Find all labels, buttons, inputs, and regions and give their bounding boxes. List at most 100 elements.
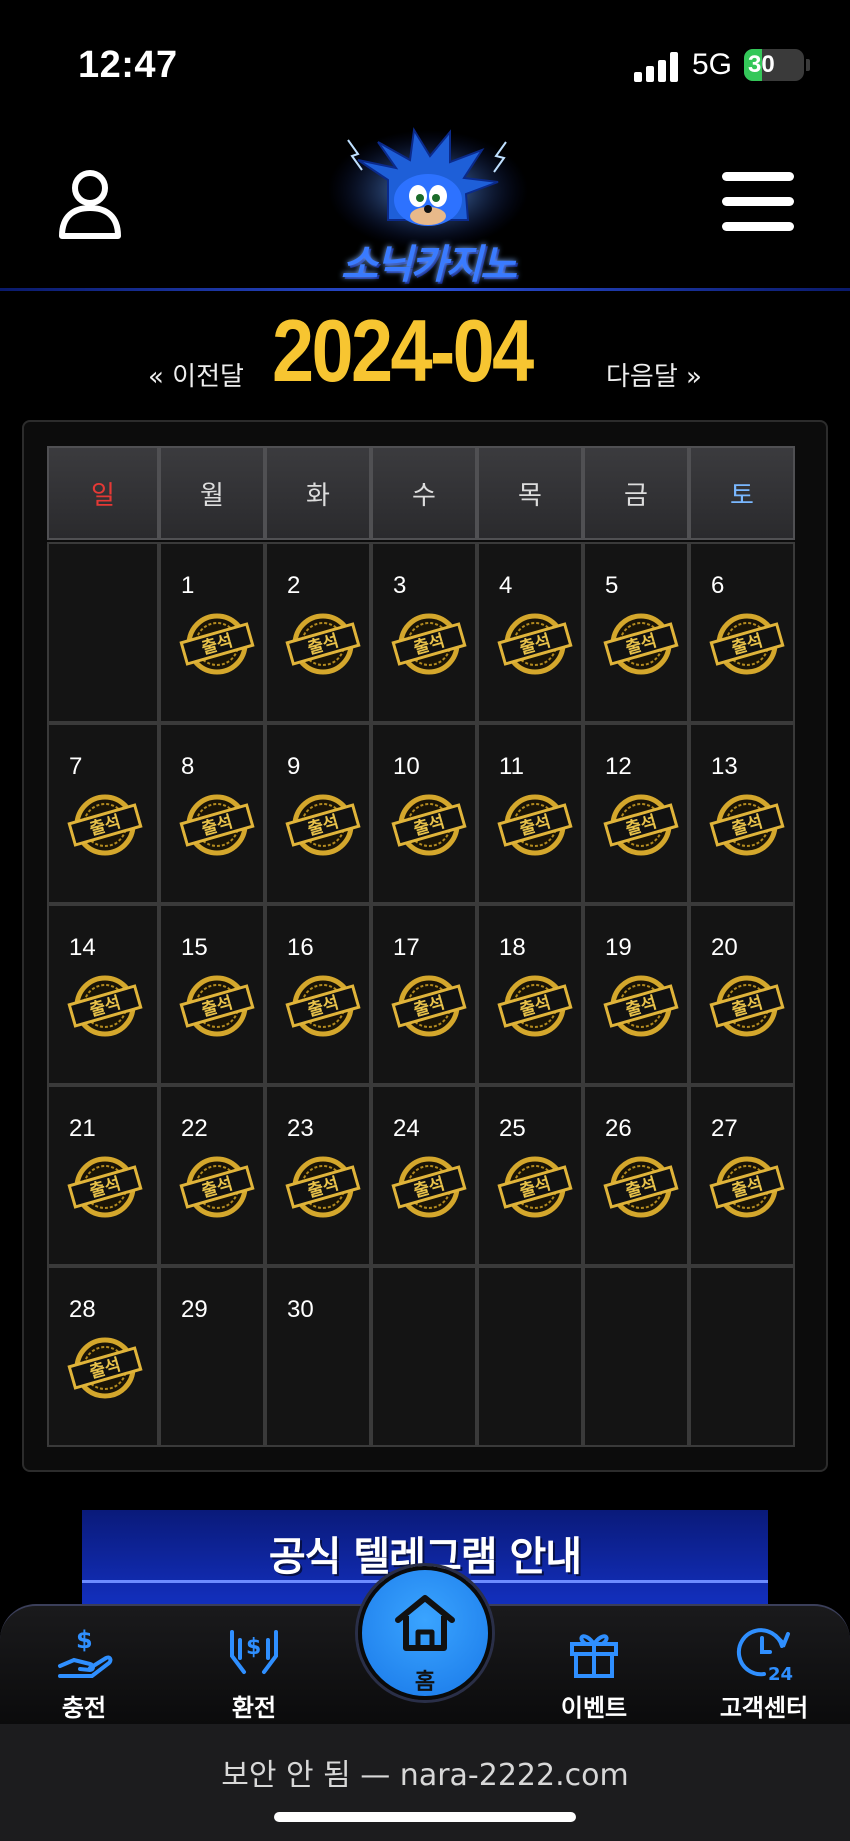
- nav-exchange-label: 환전: [231, 1694, 277, 1722]
- calendar-day-cell[interactable]: 28 출석: [47, 1266, 159, 1447]
- attendance-stamp-icon: 출석: [603, 606, 679, 678]
- attendance-stamp-icon: 출석: [391, 968, 467, 1040]
- day-number: 13: [711, 753, 738, 780]
- calendar-day-cell[interactable]: 22 출석: [159, 1085, 265, 1266]
- calendar-day-cell[interactable]: 26 출석: [583, 1085, 689, 1266]
- day-number: 30: [287, 1296, 314, 1323]
- weekday-0: 일: [47, 446, 159, 540]
- day-number: 16: [287, 934, 314, 961]
- attendance-stamp-icon: 출석: [67, 968, 143, 1040]
- attendance-stamp-icon: 출석: [179, 606, 255, 678]
- status-bar: 12:47 5G 30: [0, 0, 850, 120]
- site-logo[interactable]: 소닉카지노: [318, 120, 538, 288]
- attendance-stamp-icon: 출석: [603, 1149, 679, 1221]
- nav-charge[interactable]: $ 충전: [24, 1606, 144, 1726]
- address-text: 보안 안 됨 — nara-2222.com: [221, 1758, 629, 1793]
- attendance-stamp-icon: 출석: [285, 606, 361, 678]
- calendar-day-cell: [583, 1266, 689, 1447]
- calendar-day-cell[interactable]: 15 출석: [159, 904, 265, 1085]
- calendar-day-cell[interactable]: 12 출석: [583, 723, 689, 904]
- nav-home-label: 홈: [414, 1670, 436, 1695]
- nav-charge-label: 충전: [61, 1694, 107, 1722]
- attendance-stamp-icon: 출석: [497, 1149, 573, 1221]
- menu-icon[interactable]: [722, 172, 794, 236]
- home-icon: [395, 1595, 455, 1651]
- day-number: 11: [499, 753, 524, 780]
- calendar-day-cell[interactable]: 17 출석: [371, 904, 477, 1085]
- calendar-day-cell[interactable]: 5 출석: [583, 542, 689, 723]
- attendance-stamp-icon: 출석: [179, 1149, 255, 1221]
- day-number: 23: [287, 1115, 314, 1142]
- calendar-day-cell[interactable]: 3 출석: [371, 542, 477, 723]
- calendar-day-cell[interactable]: 27 출석: [689, 1085, 795, 1266]
- day-number: 22: [181, 1115, 208, 1142]
- user-icon[interactable]: [58, 168, 122, 240]
- battery-icon: 30: [744, 49, 804, 81]
- sonic-mascot-icon: [328, 127, 528, 250]
- calendar-day-cell[interactable]: 6 출석: [689, 542, 795, 723]
- attendance-stamp-icon: 출석: [67, 787, 143, 859]
- day-number: 6: [711, 572, 725, 599]
- attendance-stamp-icon: 출석: [497, 968, 573, 1040]
- attendance-stamp-icon: 출석: [709, 606, 785, 678]
- day-number: 4: [499, 572, 513, 599]
- day-number: 27: [711, 1115, 738, 1142]
- calendar-grid: 1 출석 2 출석 3 출석 4 출석 5 출석 6 출석 7 출석 8 출석 …: [47, 542, 801, 1447]
- calendar-day-cell[interactable]: 13 출석: [689, 723, 795, 904]
- calendar-day-cell[interactable]: 23 출석: [265, 1085, 371, 1266]
- calendar-day-cell[interactable]: 25 출석: [477, 1085, 583, 1266]
- day-number: 20: [711, 934, 738, 961]
- calendar-day-cell[interactable]: 10 출석: [371, 723, 477, 904]
- weekday-3: 수: [371, 446, 477, 540]
- status-time: 12:47: [78, 44, 178, 86]
- calendar-day-cell[interactable]: 24 출석: [371, 1085, 477, 1266]
- calendar-day-cell[interactable]: 29: [159, 1266, 265, 1447]
- attendance-stamp-icon: 출석: [603, 968, 679, 1040]
- home-indicator[interactable]: [274, 1812, 576, 1822]
- calendar-day-cell[interactable]: 1 출석: [159, 542, 265, 723]
- day-number: 26: [605, 1115, 632, 1142]
- day-number: 3: [393, 572, 407, 599]
- calendar-day-cell[interactable]: 19 출석: [583, 904, 689, 1085]
- svg-text:24: 24: [768, 1664, 793, 1682]
- gift-icon: [570, 1634, 618, 1678]
- nav-event[interactable]: 이벤트: [534, 1606, 654, 1726]
- weekday-1: 월: [159, 446, 265, 540]
- day-number: 19: [605, 934, 632, 961]
- day-number: 17: [393, 934, 420, 961]
- battery-percent: 30: [748, 51, 775, 78]
- calendar-day-cell[interactable]: 7 출석: [47, 723, 159, 904]
- month-title: 2024-04: [272, 301, 534, 400]
- prev-month-link[interactable]: « 이전달: [148, 356, 244, 393]
- calendar-day-cell: [371, 1266, 477, 1447]
- calendar-day-cell[interactable]: 11 출석: [477, 723, 583, 904]
- nav-home-button[interactable]: 홈: [358, 1566, 492, 1700]
- day-number: 21: [69, 1115, 96, 1142]
- next-month-link[interactable]: 다음달 »: [606, 356, 702, 393]
- attendance-stamp-icon: 출석: [391, 1149, 467, 1221]
- calendar-day-cell[interactable]: 8 출석: [159, 723, 265, 904]
- calendar-day-cell[interactable]: 4 출석: [477, 542, 583, 723]
- calendar-day-cell[interactable]: 20 출석: [689, 904, 795, 1085]
- calendar-day-cell[interactable]: 14 출석: [47, 904, 159, 1085]
- weekday-header: 일월화수목금토: [47, 446, 801, 540]
- calendar-day-cell[interactable]: 18 출석: [477, 904, 583, 1085]
- nav-exchange[interactable]: $ 환전: [194, 1606, 314, 1726]
- weekday-4: 목: [477, 446, 583, 540]
- attendance-stamp-icon: 출석: [67, 1149, 143, 1221]
- calendar-day-cell[interactable]: 9 출석: [265, 723, 371, 904]
- calendar-day-cell[interactable]: 16 출석: [265, 904, 371, 1085]
- svg-text:$: $: [246, 1635, 261, 1660]
- attendance-stamp-icon: 출석: [497, 606, 573, 678]
- calendar-day-cell[interactable]: 21 출석: [47, 1085, 159, 1266]
- calendar-day-cell[interactable]: 30: [265, 1266, 371, 1447]
- nav-support[interactable]: 24 고객센터: [704, 1606, 824, 1726]
- calendar-day-cell[interactable]: 2 출석: [265, 542, 371, 723]
- attendance-stamp-icon: 출석: [391, 787, 467, 859]
- support-24-icon: 24: [736, 1628, 793, 1682]
- attendance-stamp-icon: 출석: [285, 787, 361, 859]
- day-number: 25: [499, 1115, 526, 1142]
- day-number: 15: [181, 934, 208, 961]
- browser-address-bar[interactable]: 보안 안 됨 — nara-2222.com: [0, 1724, 850, 1841]
- nav-support-label: 고객센터: [719, 1694, 809, 1722]
